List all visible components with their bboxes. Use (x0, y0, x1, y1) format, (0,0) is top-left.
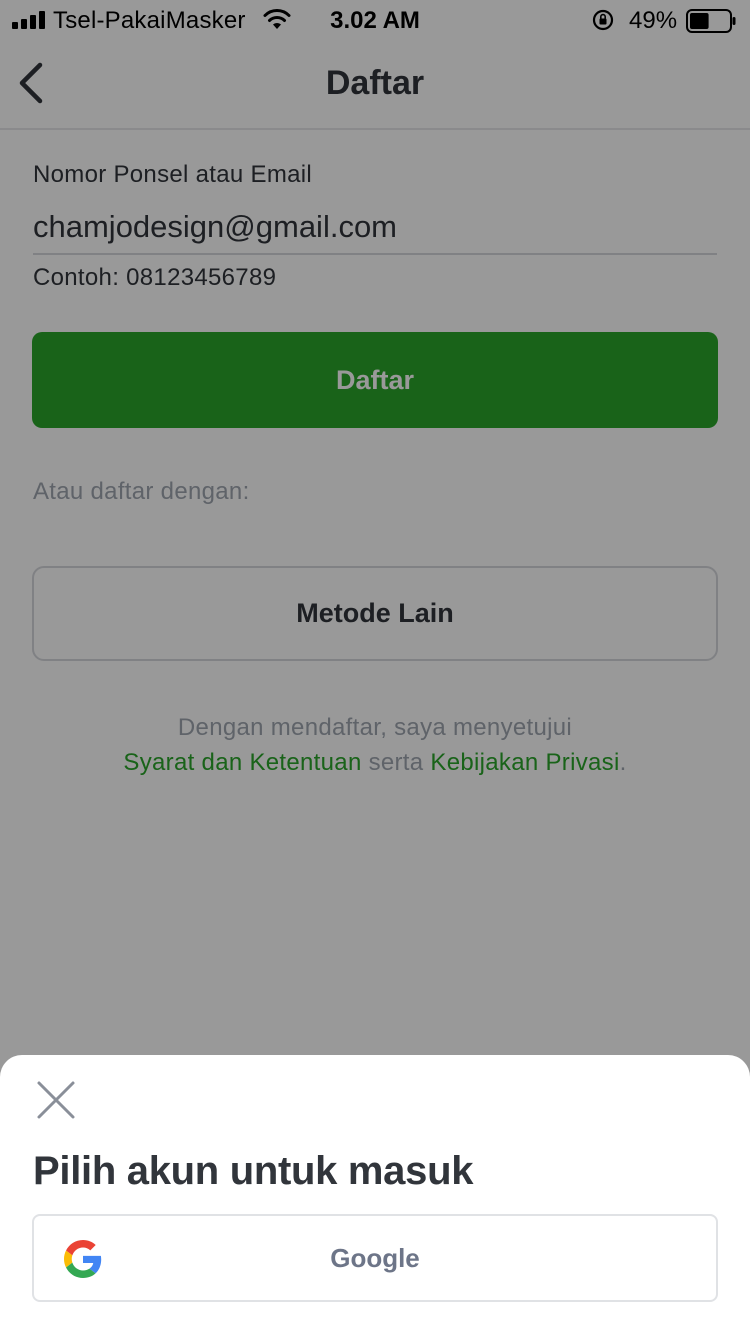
sheet-title: Pilih akun untuk masuk (33, 1149, 474, 1193)
close-icon[interactable] (36, 1080, 76, 1120)
account-picker-sheet: Pilih akun untuk masuk Google (0, 1055, 750, 1334)
google-button-label: Google (330, 1243, 420, 1273)
google-account-button[interactable]: Google (32, 1214, 718, 1302)
